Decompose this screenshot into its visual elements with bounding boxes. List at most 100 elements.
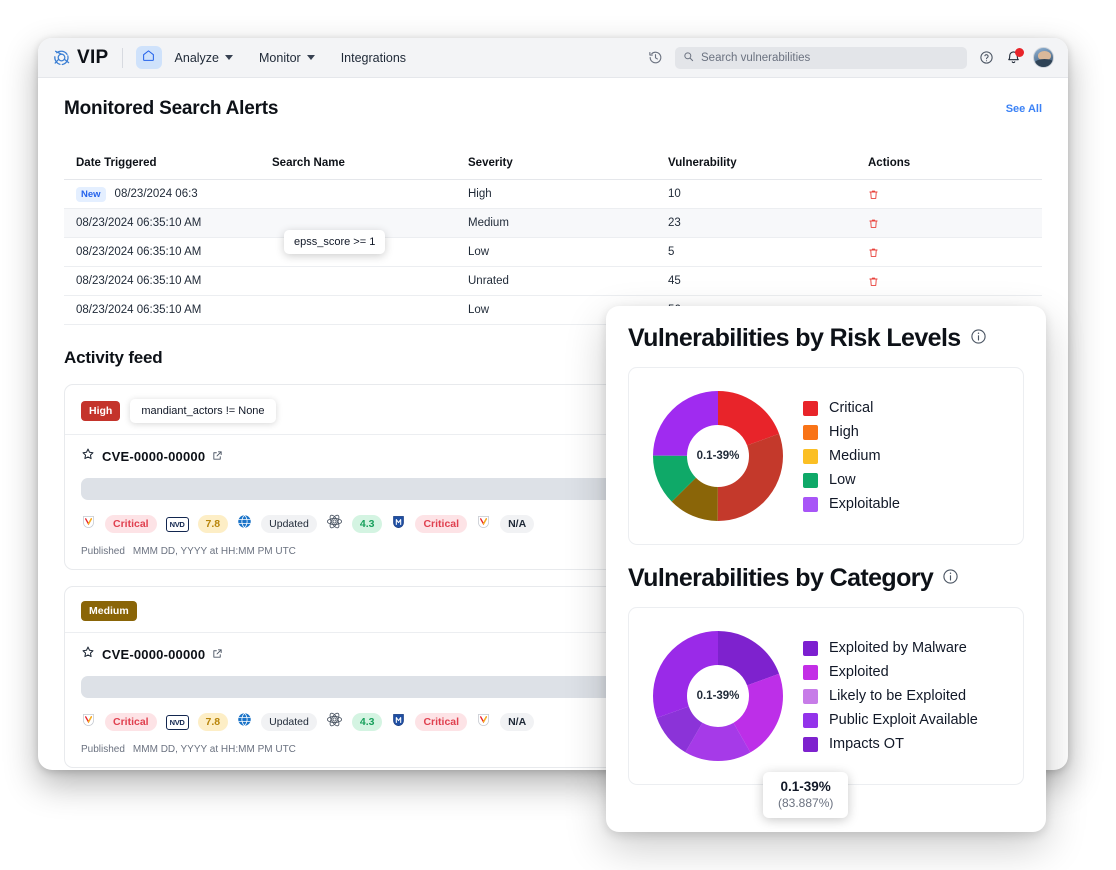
legend-label: Exploited by Malware [829, 640, 967, 656]
table-body: New 08/23/2024 06:3 High 10 08/23/2024 0… [64, 180, 1042, 325]
published-value: MMM DD, YYYY at HH:MM PM UTC [132, 744, 296, 755]
legend-swatch [803, 472, 818, 488]
legend-swatch [803, 496, 818, 512]
avatar[interactable] [1033, 47, 1054, 68]
cell-severity: Medium [468, 217, 509, 229]
mandiant-shield-icon [81, 514, 96, 535]
legend-item-exploited-by-malware[interactable]: Exploited by Malware [803, 640, 978, 656]
external-link-icon[interactable] [212, 448, 223, 466]
cell-vulnerability: 45 [668, 275, 681, 287]
category-chart-legend: Exploited by Malware Exploited Likely to… [803, 640, 978, 752]
chart-tooltip-label: 0.1-39% [780, 779, 831, 794]
info-circle-icon[interactable] [942, 568, 959, 590]
info-circle-icon[interactable] [970, 328, 987, 350]
star-outline-icon[interactable] [81, 645, 95, 664]
nav-item-monitor[interactable]: Monitor [246, 45, 328, 71]
see-all-link[interactable]: See All [1006, 103, 1042, 115]
cell-date-text: 08/23/2024 06:35:10 AM [76, 246, 202, 258]
atom-icon [326, 513, 343, 535]
legend-item-low[interactable]: Low [803, 472, 900, 488]
globe-icon [237, 514, 252, 534]
table-row[interactable]: New 08/23/2024 06:3 High 10 [64, 180, 1042, 209]
legend-swatch [803, 736, 818, 752]
alerts-header: Monitored Search Alerts See All [64, 98, 1042, 120]
top-navigation-bar: VIP Analyze Monitor Integrations Search … [38, 38, 1068, 78]
column-search-name: Search Name [272, 156, 345, 169]
nav-item-integrations[interactable]: Integrations [328, 45, 419, 71]
cell-severity: Low [468, 246, 490, 258]
legend-item-exploited[interactable]: Exploited [803, 664, 978, 680]
cell-date-text: 08/23/2024 06:35:10 AM [76, 304, 202, 316]
search-placeholder: Search vulnerabilities [701, 51, 811, 64]
cell-date: 08/23/2024 06:35:10 AM [76, 217, 272, 229]
cve-id[interactable]: CVE-0000-00000 [102, 647, 205, 662]
cell-date-text: 08/23/2024 06:35:10 AM [76, 217, 202, 229]
nav-item-analyze[interactable]: Analyze [162, 45, 246, 71]
legend-item-critical[interactable]: Critical [803, 400, 900, 416]
home-button[interactable] [135, 46, 162, 69]
bell-icon[interactable] [1006, 48, 1024, 65]
category-donut-chart[interactable]: 0.1-39% [652, 630, 784, 762]
trash-icon[interactable] [868, 275, 1042, 288]
trash-icon[interactable] [868, 188, 1042, 201]
legend-swatch [803, 400, 818, 416]
history-clock-icon[interactable] [648, 50, 663, 65]
globe-icon [237, 712, 252, 732]
microsoft-rating-badge: Critical [415, 515, 468, 533]
risk-chart-title: Vulnerabilities by Risk Levels [628, 324, 961, 352]
mandiant-shield-icon [476, 514, 491, 535]
panel-spacer [628, 545, 1024, 564]
microsoft-shield-icon [391, 712, 406, 733]
question-circle-icon[interactable] [979, 50, 994, 65]
legend-item-public-exploit-available[interactable]: Public Exploit Available [803, 712, 978, 728]
legend-label: Medium [829, 448, 881, 464]
table-row[interactable]: 08/23/2024 06:35:10 AM Low 5 [64, 238, 1042, 267]
brand-label: VIP [77, 46, 109, 68]
legend-item-medium[interactable]: Medium [803, 448, 900, 464]
cell-actions [868, 246, 1042, 259]
search-icon [683, 49, 694, 67]
trash-icon[interactable] [868, 246, 1042, 259]
nvd-score-badge: 7.8 [197, 713, 229, 731]
brand[interactable]: VIP [52, 47, 109, 69]
home-icon [142, 49, 155, 67]
risk-donut-wrap: 0.1-39% [639, 390, 797, 522]
category-chart-box: 0.1-39% Exploited by Malware Exploited L… [628, 607, 1024, 785]
published-label: Published [81, 546, 125, 557]
mandiant-shield-icon [476, 712, 491, 733]
triskelion-logo-icon [52, 48, 71, 67]
table-row[interactable]: 08/23/2024 06:35:10 AM Medium 23 [64, 209, 1042, 238]
legend-swatch [803, 448, 818, 464]
table-row[interactable]: 08/23/2024 06:35:10 AM Unrated 45 [64, 267, 1042, 296]
cve-id[interactable]: CVE-0000-00000 [102, 449, 205, 464]
cell-vulnerability: 23 [668, 217, 681, 229]
cell-severity: Unrated [468, 275, 509, 287]
query-chip: mandiant_actors != None [130, 399, 276, 423]
risk-donut-chart[interactable]: 0.1-39% [652, 390, 784, 522]
legend-swatch [803, 640, 818, 656]
nav-item-integrations-label: Integrations [340, 50, 407, 65]
chart-tooltip-value: (83.887%) [778, 796, 834, 810]
microsoft-shield-icon [391, 514, 406, 535]
trash-icon[interactable] [868, 217, 1042, 230]
legend-item-impacts-ot[interactable]: Impacts OT [803, 736, 978, 752]
table-header-row: Date Triggered Search Name Severity Vuln… [64, 146, 1042, 180]
legend-item-exploitable[interactable]: Exploitable [803, 496, 900, 512]
nav-item-analyze-label: Analyze [174, 50, 220, 65]
legend-item-high[interactable]: High [803, 424, 900, 440]
cell-date-text: 08/23/2024 06:3 [114, 188, 198, 200]
page-title: Monitored Search Alerts [64, 98, 279, 119]
legend-label: Critical [829, 400, 874, 416]
cell-actions [868, 217, 1042, 230]
star-outline-icon[interactable] [81, 447, 95, 466]
legend-swatch [803, 424, 818, 440]
cell-actions [868, 188, 1042, 201]
legend-item-likely-to-be-exploited[interactable]: Likely to be Exploited [803, 688, 978, 704]
search-input[interactable]: Search vulnerabilities [675, 46, 967, 69]
external-link-icon[interactable] [212, 646, 223, 664]
nav-divider [121, 47, 123, 68]
column-date-triggered: Date Triggered [76, 156, 157, 169]
category-donut-center-label: 0.1-39% [696, 690, 740, 702]
risk-chart-box: 0.1-39% Critical High Medium Low Exploit… [628, 367, 1024, 545]
chevron-down-icon [225, 55, 234, 60]
